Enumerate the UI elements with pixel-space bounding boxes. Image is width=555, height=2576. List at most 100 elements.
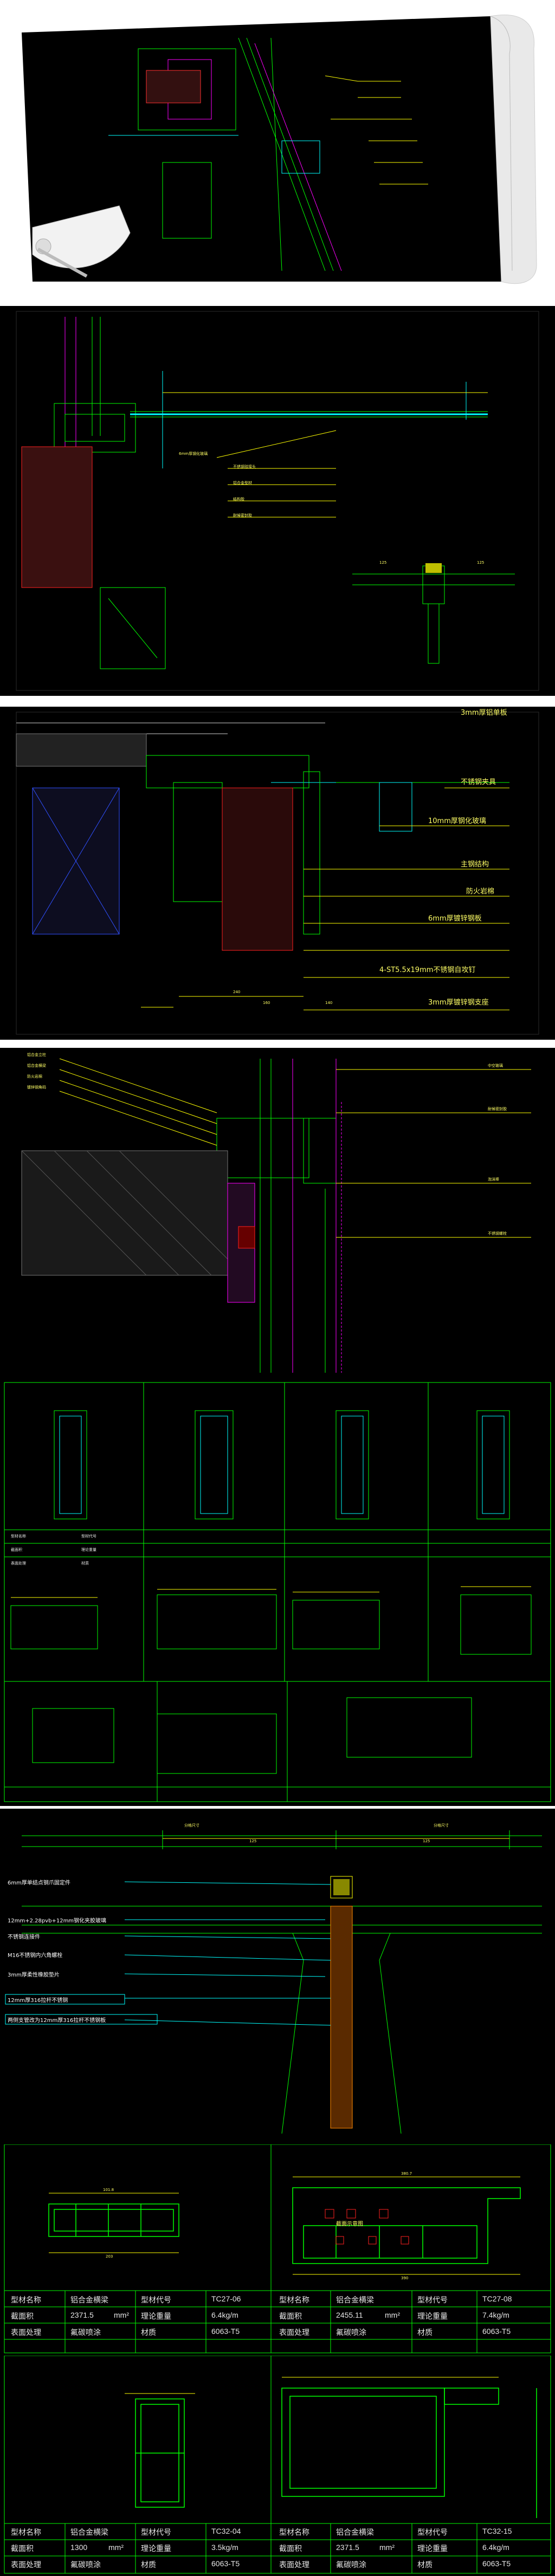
- panel6-svg: [5, 1830, 542, 2134]
- p2-note-4: 耐候密封胶: [233, 513, 252, 518]
- p4-note-3: 镀锌钢角码: [27, 1085, 46, 1090]
- p2-note-1: 不锈钢驳接头: [233, 465, 256, 469]
- p3-note-6: 4-ST5.5x19mm不锈钢自攻钉: [379, 966, 476, 974]
- steel-rod: [330, 1906, 353, 2129]
- p6-note-4: 3mm厚柔性橡胶垫片: [8, 1972, 60, 1978]
- p3-note-3: 主钢结构: [461, 860, 489, 869]
- p6-note-0: 6mm厚单结点钢爪固定件: [8, 1880, 70, 1886]
- panel-profile-pair-2: 型材名称 铝合金横梁 型材代号 TC32-04 截面积 1300 mm² 理论重…: [0, 2356, 555, 2576]
- t4-material-value: 6063-T5: [482, 2559, 511, 2568]
- panel4-svg: [21, 1058, 531, 1373]
- p2-note-2: 铝合金型材: [233, 481, 252, 485]
- p7-dim-bottom-0: 203: [106, 2254, 113, 2259]
- hatch-block: [146, 70, 201, 103]
- p5-label-1: 型材代号: [81, 1534, 96, 1538]
- hero-svg: [22, 15, 537, 284]
- p3-dim-2: 140: [325, 1001, 333, 1005]
- panel-spider-fitting: 分格尺寸 分格尺寸 125 125 6mm厚单结点钢爪固定件 12mm+2.28…: [0, 1809, 555, 2144]
- t2-weight-label: 理论重量: [417, 2312, 448, 2320]
- p4-note-2: 防火岩棉: [27, 1074, 42, 1079]
- t3-code-value: TC32-04: [211, 2527, 241, 2535]
- t3-finish-label: 表面处理: [11, 2560, 41, 2569]
- p5-label-5: 材质: [81, 1561, 89, 1566]
- p2-dim-0: 125: [379, 560, 387, 565]
- t4-area-value: 2371.5: [336, 2543, 359, 2552]
- t3-name-label: 型材名称: [11, 2528, 41, 2536]
- t4-weight-label: 理论重量: [417, 2544, 448, 2553]
- t3-weight-value: 3.5kg/m: [211, 2543, 238, 2552]
- t1-weight-label: 理论重量: [141, 2312, 171, 2320]
- t3-area-value: 1300: [70, 2543, 88, 2552]
- p4-note-7: 不锈钢螺栓: [488, 1231, 507, 1236]
- p2-note-0: 6mm厚钢化玻璃: [179, 452, 208, 456]
- t2-code-value: TC27-08: [482, 2294, 512, 2303]
- wall-hatch: [21, 446, 93, 588]
- t1-area-value: 2371.5: [70, 2311, 94, 2319]
- p5-label-2: 截面积: [11, 1548, 22, 1552]
- panel2-svg: [16, 311, 539, 691]
- t1-area-unit: mm²: [114, 2311, 129, 2319]
- t1-weight-value: 6.4kg/m: [211, 2311, 238, 2319]
- panel-node-detail-3: 铝合金立柱 铝合金横梁 防火岩棉 镀锌钢角码 中空玻璃 耐候密封胶 泡沫棒 不锈…: [0, 1048, 555, 1378]
- t2-weight-value: 7.4kg/m: [482, 2311, 509, 2319]
- p2-dim-1: 125: [477, 560, 485, 565]
- t4-name-label: 型材名称: [279, 2528, 309, 2536]
- t1-finish-value: 氟碳喷涂: [70, 2328, 101, 2337]
- p3-note-2: 10mm厚钢化玻璃: [428, 817, 486, 825]
- p6-dim-3: 125: [423, 1839, 430, 1843]
- t1-area-label: 截面积: [11, 2312, 34, 2320]
- hero-drawing-sheet: [0, 0, 555, 292]
- p4-note-4: 中空玻璃: [488, 1064, 503, 1068]
- t1-code-label: 型材代号: [141, 2295, 171, 2304]
- p6-note-6: 两侧支管改为12mm厚316拉杆不锈钢板: [8, 2018, 106, 2024]
- t1-name-label: 型材名称: [11, 2295, 41, 2304]
- p4-note-1: 铝合金横梁: [27, 1064, 46, 1068]
- t2-area-unit: mm²: [385, 2311, 400, 2319]
- wall-section: [21, 1150, 228, 1276]
- t2-name-value: 铝合金横梁: [336, 2295, 374, 2304]
- t4-code-value: TC32-15: [482, 2527, 512, 2535]
- t4-code-label: 型材代号: [417, 2528, 448, 2536]
- p2-note-3: 结构胶: [233, 497, 244, 501]
- p3-note-7: 3mm厚镀锌钢支座: [428, 999, 489, 1007]
- p7-dim-bottom-1: 390: [401, 2276, 409, 2280]
- t2-material-label: 材质: [417, 2328, 433, 2337]
- t3-material-value: 6063-T5: [211, 2559, 240, 2568]
- t3-name-value: 铝合金横梁: [70, 2528, 108, 2536]
- t2-name-label: 型材名称: [279, 2295, 309, 2304]
- p3-dim-0: 240: [233, 990, 241, 994]
- t3-code-label: 型材代号: [141, 2528, 171, 2536]
- t2-finish-label: 表面处理: [279, 2328, 309, 2337]
- brick-hatch: [222, 787, 293, 951]
- t4-area-label: 截面积: [279, 2544, 302, 2553]
- t2-finish-value: 氟碳喷涂: [336, 2328, 366, 2337]
- panel-node-detail-1: 6mm厚钢化玻璃 不锈钢驳接头 铝合金型材 结构胶 耐候密封胶 125 125: [0, 306, 555, 696]
- t4-finish-label: 表面处理: [279, 2560, 309, 2569]
- p6-note-3: M16不锈钢内六角螺栓: [8, 1953, 63, 1959]
- t4-material-label: 材质: [417, 2560, 433, 2569]
- p7-center-note: 截面示意图: [336, 2221, 363, 2227]
- p3-note-4: 防火岩棉: [466, 888, 495, 896]
- t1-name-value: 铝合金横梁: [70, 2295, 108, 2304]
- t3-finish-value: 氟碳喷涂: [70, 2560, 101, 2569]
- p6-dim-1: 分格尺寸: [434, 1823, 449, 1828]
- t3-material-label: 材质: [141, 2560, 156, 2569]
- t4-area-unit: mm²: [379, 2543, 395, 2552]
- p6-note-1: 12mm+2.28pvb+12mm钢化夹胶玻璃: [8, 1918, 107, 1924]
- panel-node-detail-2: 3mm厚铝单板 不锈钢夹具 10mm厚钢化玻璃 主钢结构 防火岩棉 6mm厚镀锌…: [0, 707, 555, 1040]
- panel-profile-pair-1: 101.8 380.7 203 390 截面示意图 型材名称 铝合金横梁 型材代…: [0, 2144, 555, 2356]
- panel-profile-grid: 型材名称 型材代号 截面积 理论重量 表面处理 材质: [0, 1378, 555, 1806]
- p6-dim-0: 分格尺寸: [184, 1823, 199, 1828]
- p3-note-0: 3mm厚铝单板: [461, 709, 507, 717]
- p4-note-5: 耐候密封胶: [488, 1107, 507, 1111]
- t2-code-label: 型材代号: [417, 2295, 448, 2304]
- panel5-svg: [4, 1382, 551, 1802]
- t4-finish-value: 氟碳喷涂: [336, 2560, 366, 2569]
- t2-area-value: 2455.11: [336, 2311, 363, 2319]
- p7-dim-top-0: 101.8: [103, 2188, 114, 2192]
- roof-slab: [16, 733, 147, 767]
- t4-weight-value: 6.4kg/m: [482, 2543, 509, 2552]
- p4-note-0: 铝合金立柱: [27, 1053, 46, 1057]
- t1-material-label: 材质: [141, 2328, 156, 2337]
- t1-material-value: 6063-T5: [211, 2327, 240, 2336]
